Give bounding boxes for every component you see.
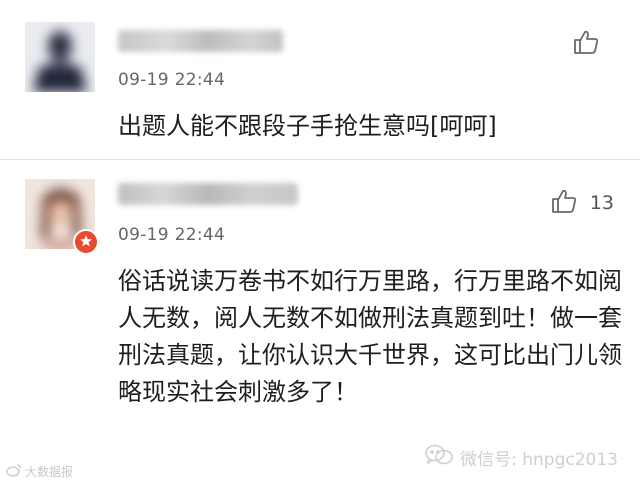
watermark-text: 微信号: hnpgc2013 <box>460 450 618 470</box>
thumbs-up-icon <box>550 187 578 219</box>
username-redacted[interactable] <box>118 30 283 52</box>
comment-timestamp: 09-19 22:44 <box>118 70 226 90</box>
source-mark: 大数据报 <box>6 463 73 480</box>
weibo-icon <box>6 463 22 480</box>
avatar-image <box>25 22 95 92</box>
thumbs-up-icon <box>572 28 600 60</box>
like-count: 13 <box>589 192 614 214</box>
like-button[interactable] <box>572 28 612 60</box>
star-badge-icon <box>79 233 93 252</box>
wechat-icon <box>424 443 454 472</box>
source-mark-text: 大数据报 <box>25 465 74 479</box>
like-button[interactable]: 13 <box>550 187 614 219</box>
comment-timestamp: 09-19 22:44 <box>118 225 226 245</box>
comment-item: 09-19 22:44 出题人能不跟段子手抢生意吗[呵呵] <box>0 0 640 160</box>
verified-badge <box>73 229 99 255</box>
username-redacted[interactable] <box>118 183 298 205</box>
comment-text: 俗话说读万卷书不如行万里路，行万里路不如阅人无数，阅人无数不如做刑法真题到吐！做… <box>118 267 622 406</box>
user-avatar[interactable] <box>25 22 95 92</box>
comment-item: 09-19 22:44 13 俗话说读万卷书不如行万里路，行万里路不如阅人无数，… <box>0 161 640 484</box>
wechat-watermark: 微信号: hnpgc2013 <box>424 443 618 472</box>
comment-text: 出题人能不跟段子手抢生意吗[呵呵] <box>118 112 497 140</box>
